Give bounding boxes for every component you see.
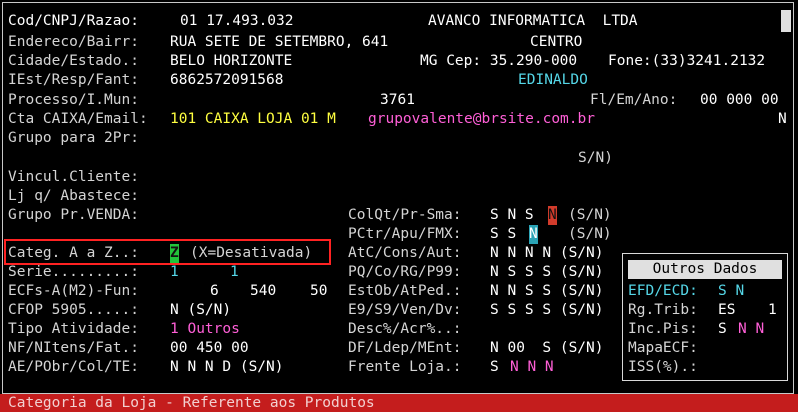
rg-trib-label: Rg.Trib: [628, 302, 698, 318]
estob-field[interactable]: N N S S (S/N) [490, 282, 604, 301]
grupo-2pr-label: Grupo para 2Pr: [8, 130, 139, 146]
razao-field[interactable]: AVANCO INFORMATICA LTDA [428, 12, 638, 31]
nf-field[interactable]: 00 450 00 [170, 339, 249, 358]
grupo-sn-hint: S/N) [578, 150, 613, 166]
imun-field[interactable]: 3761 [380, 91, 415, 110]
responsavel-field[interactable]: EDINALDO [518, 71, 588, 90]
outros-dados-title: Outros Dados [628, 260, 782, 279]
cfop-label: CFOP 5905.....: [8, 302, 139, 318]
tipo-atividade-label: Tipo Atividade: [8, 321, 139, 337]
e9-label: E9/S9/Ven/Dv: [348, 302, 462, 318]
atc-label: AtC/Cons/Aut: [348, 245, 462, 261]
df-field[interactable]: N 00 S (S/N) [490, 339, 604, 358]
categoria-hint: (X=Desativada) [190, 245, 313, 261]
vincul-cliente-label: Vincul.Cliente: [8, 169, 139, 185]
iss-label: ISS(%).: [628, 359, 698, 375]
ecfs-field-2[interactable]: 540 [250, 282, 276, 301]
uf-cep-field[interactable]: MG Cep: 35.290-000 [420, 52, 577, 71]
atc-field[interactable]: N N N N (S/N) [490, 244, 604, 263]
categoria-field[interactable]: Z [170, 244, 179, 263]
iest-label: IEst/Resp/Fant: [8, 72, 139, 88]
pctr-selected-field[interactable]: N [529, 225, 538, 244]
fl-em-ano-field[interactable]: 00 000 00 [700, 91, 779, 110]
serie-field-1[interactable]: 1 [170, 263, 179, 282]
cta-caixa-field[interactable]: 101 CAIXA LOJA 01 M [170, 110, 336, 129]
tipo-atividade-field[interactable]: 1 Outros [170, 320, 240, 339]
cta-caixa-label: Cta CAIXA/Email: [8, 111, 148, 127]
status-bar: Categoria da Loja - Referente aos Produt… [0, 394, 798, 412]
endereco-label: Endereco/Bairr: [8, 34, 139, 50]
pctr-hint: (S/N) [568, 226, 612, 242]
desc-acr-label: Desc%/Acr%..: [348, 321, 462, 337]
ecfs-label: ECFs-A(M2)-Fun: [8, 283, 139, 299]
pctr-field[interactable]: S S [490, 225, 516, 244]
e9-field[interactable]: S S S S (S/N) [490, 301, 604, 320]
efd-label: EFD/ECD: [628, 283, 698, 299]
frente-loja-label: Frente Loja.: [348, 359, 462, 375]
serie-label: Serie.........: [8, 264, 139, 280]
df-label: DF/Ldep/MEnt: [348, 340, 462, 356]
colqt-hint: (S/N) [568, 207, 612, 223]
inc-pis-field-1[interactable]: S [718, 320, 727, 339]
processo-label: Processo/I.Mun: [8, 92, 139, 108]
rg-trib-field-2[interactable]: 1 [768, 301, 777, 320]
fone-field[interactable]: Fone:(33)3241.2132 [608, 52, 765, 71]
efd-field[interactable]: S N [718, 282, 744, 301]
frente-loja-field-2[interactable]: N N N [510, 358, 554, 377]
serie-field-2[interactable]: 1 [230, 263, 239, 282]
pq-field[interactable]: N S S S (S/N) [490, 263, 604, 282]
inc-pis-field-2[interactable]: N N [738, 320, 764, 339]
ae-label: AE/PObr/Col/TE: [8, 359, 139, 375]
nf-label: NF/NItens/Fat.: [8, 340, 139, 356]
abastece-label: Lj q/ Abastece: [8, 188, 139, 204]
cidade-label: Cidade/Estado.: [8, 53, 139, 69]
fl-em-ano-label: Fl/Em/Ano: [590, 92, 678, 108]
categoria-label: Categ. A a Z..: [8, 245, 139, 261]
cnpj-field[interactable]: 01 17.493.032 [180, 12, 294, 31]
cfop-field[interactable]: N (S/N) [170, 301, 231, 320]
ecfs-field-3[interactable]: 50 [310, 282, 327, 301]
colqt-label: ColQt/Pr-Sma: [348, 207, 462, 223]
pq-label: PQ/Co/RG/P99: [348, 264, 462, 280]
endereco-field[interactable]: RUA SETE DE SETEMBRO, 641 [170, 33, 388, 52]
rg-trib-field[interactable]: ES [718, 301, 735, 320]
mapa-ecf-label: MapaECF: [628, 340, 698, 356]
cnpj-label: Cod/CNPJ/Razao: [8, 13, 139, 29]
iest-field[interactable]: 6862572091568 [170, 71, 284, 90]
email-flag[interactable]: N [778, 110, 787, 129]
colqt-field[interactable]: S N S [490, 206, 534, 225]
email-field[interactable]: grupovalente@brsite.com.br [368, 110, 595, 129]
bairro-field[interactable]: CENTRO [530, 33, 582, 52]
inc-pis-label: Inc.Pis: [628, 321, 698, 337]
grupo-venda-label: Grupo Pr.VENDA: [8, 207, 139, 223]
pctr-label: PCtr/Apu/FMX: [348, 226, 462, 242]
colqt-selected-field[interactable]: N [548, 206, 557, 225]
estob-label: EstOb/AtPed.: [348, 283, 462, 299]
scrollbar-thumb[interactable] [781, 10, 791, 32]
cidade-field[interactable]: BELO HORIZONTE [170, 52, 292, 71]
frente-loja-field-1[interactable]: S [490, 358, 499, 377]
ecfs-field-1[interactable]: 6 [210, 282, 219, 301]
ae-field[interactable]: N N N D (S/N) [170, 358, 284, 377]
